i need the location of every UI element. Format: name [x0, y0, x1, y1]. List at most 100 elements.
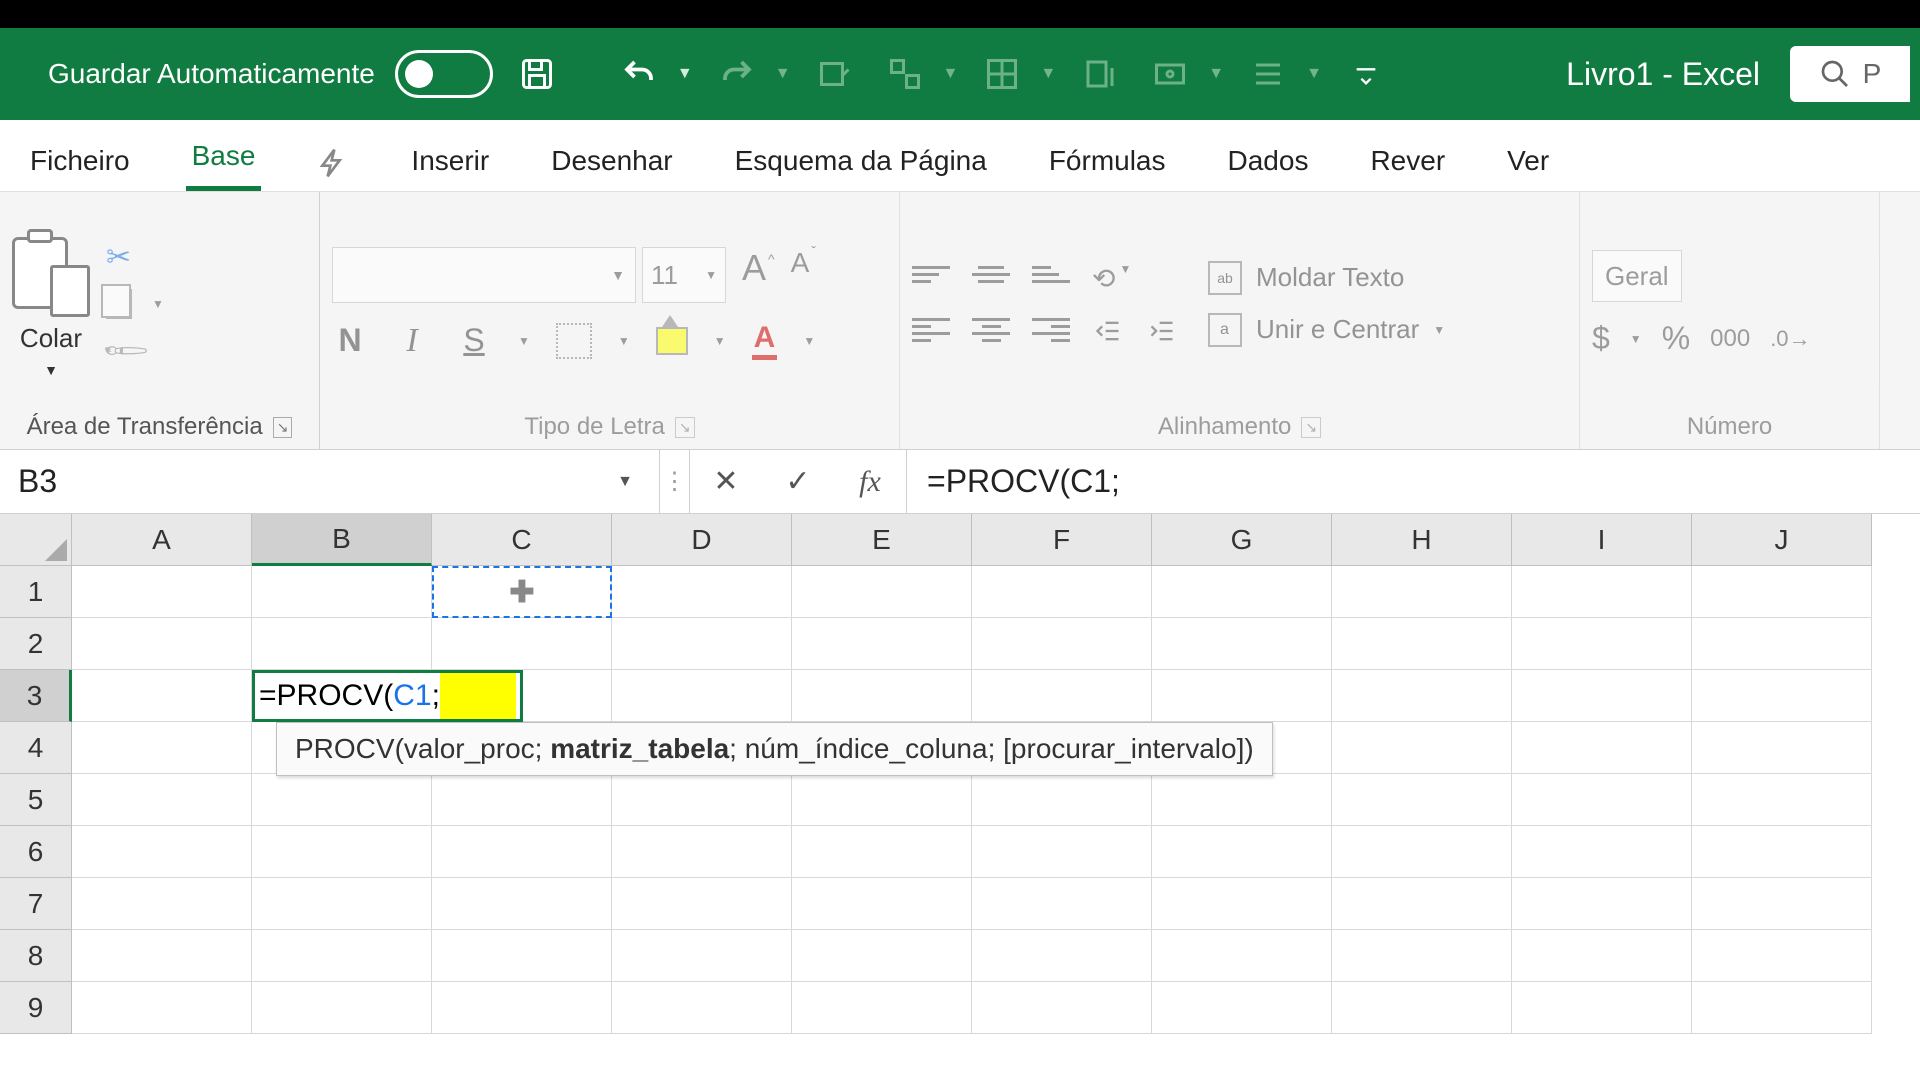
cell[interactable]	[1332, 670, 1512, 722]
cell[interactable]	[1332, 618, 1512, 670]
cell[interactable]	[972, 982, 1152, 1034]
cell[interactable]	[1692, 826, 1872, 878]
qa-btn-5[interactable]	[1144, 48, 1196, 100]
cell[interactable]	[1332, 774, 1512, 826]
cell[interactable]	[1512, 618, 1692, 670]
cell[interactable]	[72, 566, 252, 618]
cell[interactable]	[1692, 982, 1872, 1034]
cell[interactable]	[1512, 722, 1692, 774]
cell[interactable]	[1332, 722, 1512, 774]
qa-btn-1[interactable]	[809, 48, 861, 100]
row-header-8[interactable]: 8	[0, 930, 72, 982]
cell[interactable]	[612, 826, 792, 878]
cell[interactable]	[432, 930, 612, 982]
align-left-button[interactable]	[912, 318, 950, 344]
tab-rever[interactable]: Rever	[1364, 131, 1451, 191]
cell[interactable]	[432, 878, 612, 930]
wrap-text-button[interactable]: ab Moldar Texto	[1208, 261, 1445, 295]
cell[interactable]	[612, 670, 792, 722]
underline-button[interactable]: S	[456, 322, 492, 359]
cell[interactable]	[612, 878, 792, 930]
cell[interactable]	[972, 618, 1152, 670]
cell[interactable]	[72, 618, 252, 670]
cell[interactable]	[72, 982, 252, 1034]
font-color-button[interactable]: A	[752, 321, 778, 360]
cell[interactable]	[1152, 930, 1332, 982]
cell[interactable]	[1692, 878, 1872, 930]
paste-icon[interactable]	[12, 229, 90, 317]
row-header-7[interactable]: 7	[0, 878, 72, 930]
tab-dados[interactable]: Dados	[1222, 131, 1315, 191]
cell[interactable]	[792, 618, 972, 670]
col-header-F[interactable]: F	[972, 514, 1152, 566]
cell[interactable]	[1692, 930, 1872, 982]
fx-button[interactable]: fx	[834, 450, 906, 513]
row-header-3[interactable]: 3	[0, 670, 72, 722]
col-header-C[interactable]: C	[432, 514, 612, 566]
col-header-B[interactable]: B	[252, 514, 432, 566]
orientation-button[interactable]: ⟲▼	[1092, 262, 1131, 295]
redo-button[interactable]	[711, 48, 763, 100]
cell[interactable]	[972, 878, 1152, 930]
cell[interactable]	[72, 774, 252, 826]
cell[interactable]	[1332, 566, 1512, 618]
cell[interactable]	[1152, 774, 1332, 826]
row-header-6[interactable]: 6	[0, 826, 72, 878]
italic-button[interactable]: I	[394, 322, 430, 360]
cell[interactable]	[792, 982, 972, 1034]
col-header-D[interactable]: D	[612, 514, 792, 566]
cell[interactable]	[72, 670, 252, 722]
undo-dropdown[interactable]: ▼	[677, 65, 693, 83]
cell[interactable]	[432, 826, 612, 878]
search-box[interactable]: P	[1790, 46, 1910, 102]
cell[interactable]	[972, 774, 1152, 826]
row-header-2[interactable]: 2	[0, 618, 72, 670]
increase-indent-button[interactable]	[1146, 317, 1178, 345]
copy-button[interactable]: ▼	[106, 289, 164, 319]
align-middle-button[interactable]	[972, 266, 1010, 292]
merge-center-button[interactable]: Unir e Centrar ▼	[1208, 313, 1445, 347]
cell[interactable]	[252, 774, 432, 826]
currency-button[interactable]: $	[1592, 320, 1610, 357]
cell[interactable]	[612, 566, 792, 618]
comma-button[interactable]: 000	[1710, 325, 1750, 353]
cell[interactable]	[1332, 930, 1512, 982]
align-center-button[interactable]	[972, 318, 1010, 344]
font-launcher[interactable]: ↘	[675, 417, 695, 438]
bolt-icon[interactable]	[311, 135, 355, 191]
cell[interactable]	[1152, 566, 1332, 618]
cell[interactable]	[972, 670, 1152, 722]
cell[interactable]	[1512, 826, 1692, 878]
cell[interactable]	[72, 930, 252, 982]
cell[interactable]	[612, 774, 792, 826]
cell[interactable]	[252, 618, 432, 670]
format-painter-button[interactable]: 🖌	[106, 333, 164, 368]
cell[interactable]	[792, 670, 972, 722]
cell[interactable]	[1152, 982, 1332, 1034]
cell[interactable]	[252, 878, 432, 930]
cell[interactable]	[1692, 618, 1872, 670]
grow-font-button[interactable]: A^	[742, 247, 775, 303]
formula-input[interactable]: =PROCV(C1;	[906, 450, 1920, 513]
cell[interactable]	[972, 566, 1152, 618]
cell[interactable]	[612, 930, 792, 982]
tab-formulas[interactable]: Fórmulas	[1043, 131, 1172, 191]
cell[interactable]	[1332, 982, 1512, 1034]
tab-inserir[interactable]: Inserir	[405, 131, 495, 191]
cell[interactable]	[432, 982, 612, 1034]
tab-esquema[interactable]: Esquema da Página	[729, 131, 993, 191]
cell[interactable]	[432, 774, 612, 826]
row-header-9[interactable]: 9	[0, 982, 72, 1034]
cell[interactable]	[1152, 670, 1332, 722]
cell[interactable]	[1692, 774, 1872, 826]
align-bottom-button[interactable]	[1032, 266, 1070, 292]
clipboard-launcher[interactable]: ↘	[273, 417, 293, 438]
col-header-H[interactable]: H	[1332, 514, 1512, 566]
cell[interactable]	[72, 722, 252, 774]
cell[interactable]	[72, 826, 252, 878]
tab-ficheiro[interactable]: Ficheiro	[24, 131, 136, 191]
number-format-combo[interactable]: Geral	[1592, 250, 1682, 302]
name-box[interactable]: B3 ▼	[0, 450, 660, 513]
cancel-button[interactable]: ✕	[690, 450, 762, 513]
cell[interactable]	[612, 618, 792, 670]
